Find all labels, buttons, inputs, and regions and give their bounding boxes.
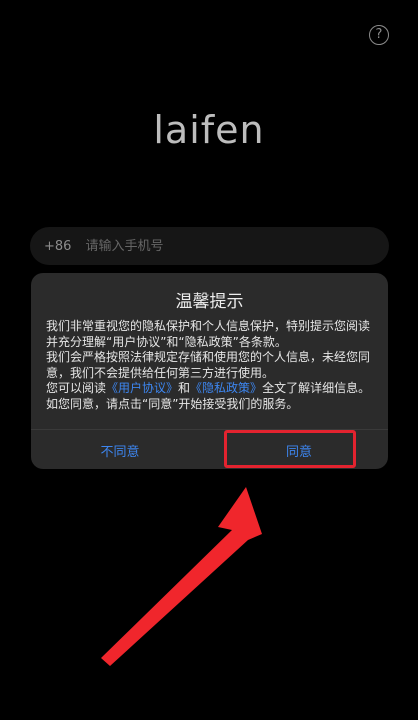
arrow-shape [101,487,262,666]
pointer-arrow-icon [101,487,262,666]
